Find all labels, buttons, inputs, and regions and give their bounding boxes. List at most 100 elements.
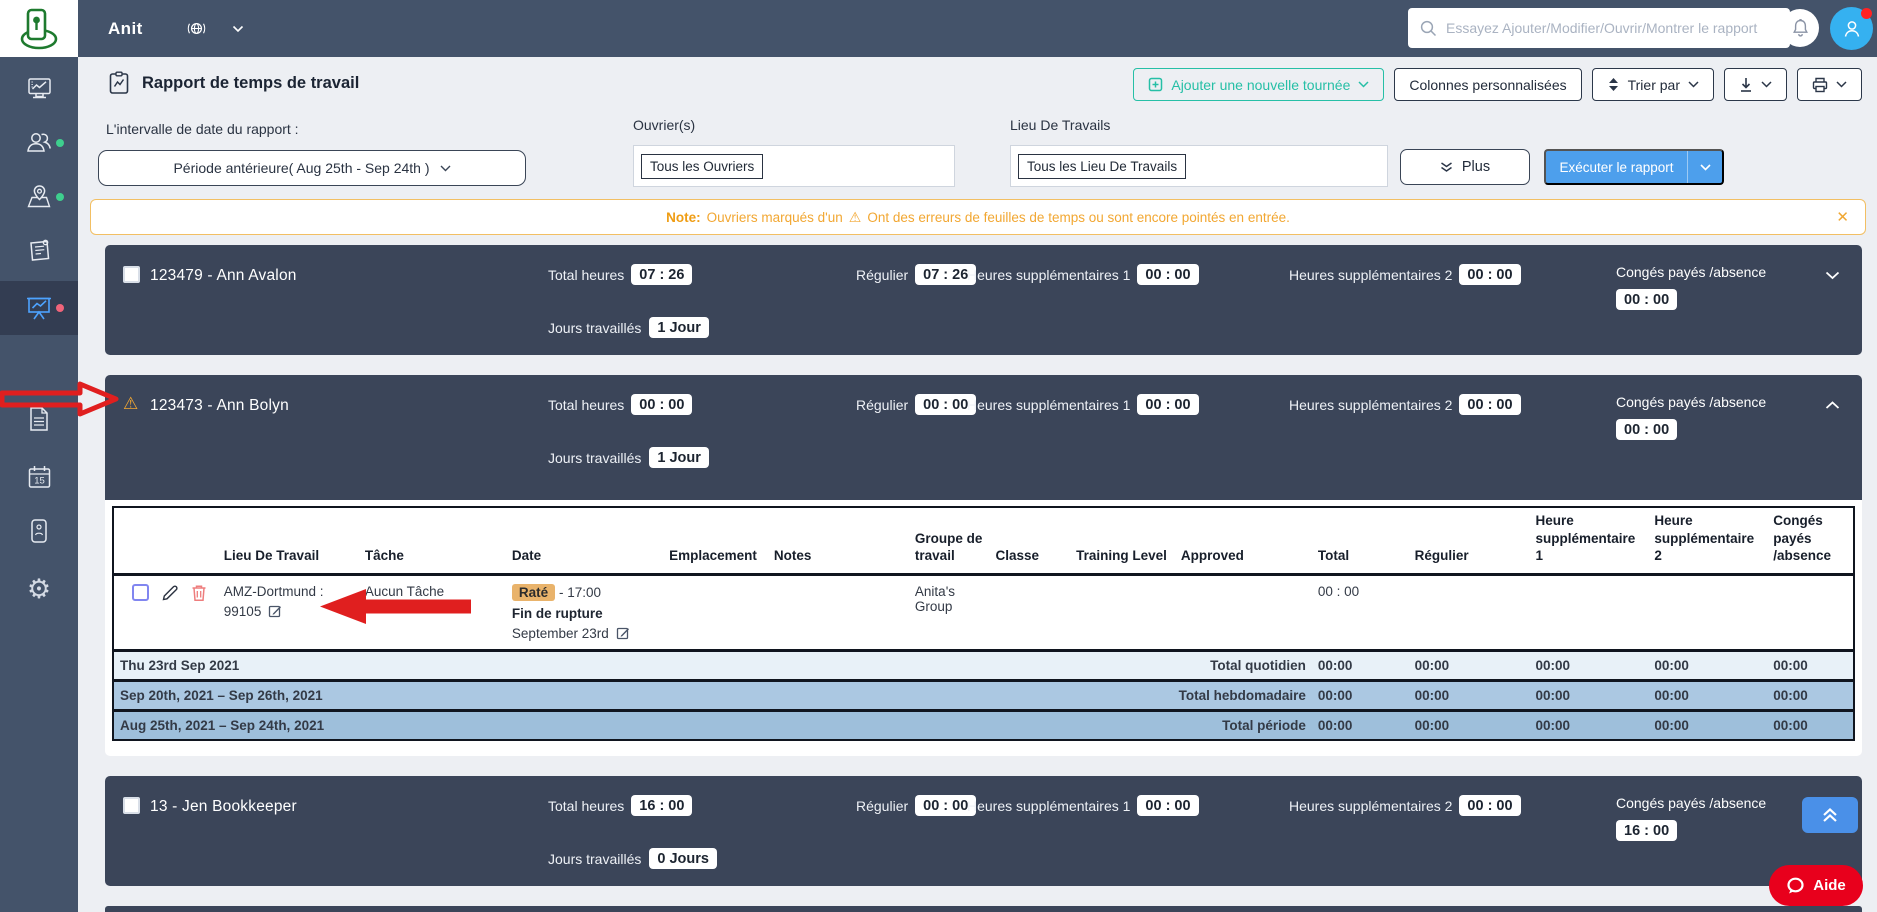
stat-label: Heures supplémentaires 1: [967, 798, 1130, 814]
sidebar-item-taches[interactable]: [0, 225, 78, 277]
user-avatar[interactable]: [1830, 7, 1873, 50]
run-report-menu-toggle[interactable]: [1688, 164, 1722, 171]
employee-checkbox[interactable]: [123, 797, 140, 814]
workers-input[interactable]: Tous les Ouvriers: [633, 145, 955, 187]
workplaces-label: Lieu De Travails: [1010, 117, 1110, 133]
notifications-button[interactable]: [1781, 9, 1819, 47]
download-icon: [1739, 77, 1753, 93]
print-button[interactable]: [1797, 68, 1862, 101]
note-text-after: Ont des erreurs de feuilles de temps ou …: [867, 210, 1290, 225]
stat-label: Heures supplémentaires 2: [1289, 397, 1452, 413]
expand-chevron-down-icon[interactable]: [1825, 267, 1840, 285]
notebook-icon: [25, 237, 53, 265]
run-report-button[interactable]: Exécuter le rapport: [1544, 149, 1724, 185]
sidebar-item-dashboard[interactable]: [0, 62, 78, 114]
paid-leave-value: 16 : 00: [1616, 820, 1677, 841]
edit-pencil-icon[interactable]: [161, 584, 179, 602]
stat-label: Jours travaillés: [548, 851, 641, 867]
dashboard-monitor-icon: [26, 75, 53, 102]
employee-checkbox[interactable]: [123, 266, 140, 283]
app-logo[interactable]: [0, 0, 78, 57]
stat-label: Régulier: [856, 267, 908, 283]
gear-icon: ⚙: [27, 576, 51, 603]
sidebar-item-pointage[interactable]: [0, 505, 78, 557]
delete-trash-icon[interactable]: [191, 584, 207, 602]
search-input[interactable]: [1446, 20, 1778, 36]
double-chevron-up-icon: [1820, 807, 1840, 823]
chevron-down-icon: [440, 165, 451, 172]
help-button[interactable]: Aide: [1769, 865, 1863, 906]
overtime2-value: 00 : 00: [1459, 264, 1520, 285]
total-value: 00:00: [1648, 710, 1767, 740]
edit-note-icon[interactable]: [616, 626, 630, 640]
chevron-down-icon: [1761, 81, 1772, 88]
sidebar: 15 ⚙: [0, 57, 78, 912]
red-status-dot: [56, 304, 64, 312]
download-button[interactable]: [1724, 68, 1787, 101]
sidebar-item-lieux[interactable]: [0, 171, 78, 223]
collapse-chevron-up-icon[interactable]: [1825, 397, 1840, 415]
date-range-label: L'intervalle de date du rapport :: [106, 121, 299, 137]
total-value: 00:00: [1530, 680, 1649, 710]
total-value: 00:00: [1648, 650, 1767, 680]
add-tour-button[interactable]: Ajouter une nouvelle tournée: [1133, 68, 1384, 101]
row-checkbox[interactable]: [132, 584, 149, 601]
stat-label: Régulier: [856, 798, 908, 814]
total-value: 00:00: [1648, 680, 1767, 710]
custom-columns-button[interactable]: Colonnes personnalisées: [1394, 68, 1581, 101]
table-header-row: Lieu De Travail Tâche Date Emplacement N…: [113, 507, 1854, 574]
chevron-down-icon: [1358, 81, 1369, 88]
training-level-cell: [1070, 574, 1175, 650]
language-chevron-down-icon[interactable]: [232, 25, 244, 33]
more-filters-button[interactable]: Plus: [1400, 149, 1530, 185]
stat-label: Total heures: [548, 397, 624, 413]
edit-note-icon[interactable]: [268, 604, 282, 618]
page-header: Rapport de temps de travail Ajouter une …: [78, 57, 1877, 111]
workplaces-input[interactable]: Tous les Lieu De Travails: [1010, 145, 1388, 187]
sidebar-item-documents[interactable]: [0, 393, 78, 445]
sidebar-item-rapports[interactable]: [0, 281, 78, 335]
column-header: Groupe de travail: [909, 507, 990, 574]
map-pin-icon: [25, 183, 53, 211]
globe-icon[interactable]: [187, 19, 206, 38]
double-chevron-down-icon: [1440, 162, 1453, 173]
warning-icon: ⚠: [849, 209, 862, 226]
total-value: 00:00: [1312, 710, 1409, 740]
sidebar-item-calendrier[interactable]: 15: [0, 451, 78, 503]
sort-by-button[interactable]: Trier par: [1592, 68, 1714, 101]
paid-leave-value: 00 : 00: [1616, 419, 1677, 440]
scroll-to-top-button[interactable]: [1802, 797, 1858, 833]
report-clipboard-icon: [108, 71, 130, 95]
total-value: 00:00: [1767, 680, 1854, 710]
printer-icon: [1812, 77, 1828, 93]
employee-card-jen-bookkeeper: 13 - Jen Bookkeeper Total heures16 : 00 …: [105, 776, 1862, 886]
brand-name: Anit: [108, 19, 143, 39]
next-card-edge: [105, 906, 1862, 912]
class-cell: [990, 574, 1071, 650]
sidebar-item-ouvriers[interactable]: [0, 117, 78, 169]
total-value: 00:00: [1530, 650, 1649, 680]
person-icon: [1841, 18, 1863, 40]
sidebar-item-parametres[interactable]: ⚙: [0, 563, 78, 615]
close-icon[interactable]: ✕: [1836, 208, 1849, 226]
chevron-down-icon: [1700, 164, 1711, 171]
workers-chip[interactable]: Tous les Ouvriers: [641, 154, 763, 179]
workplaces-chip[interactable]: Tous les Lieu De Travails: [1018, 154, 1186, 179]
total-cell: 00 : 00: [1312, 574, 1409, 650]
date-range-select[interactable]: Période antérieure( Aug 25th - Sep 24th …: [98, 150, 526, 186]
weekly-total-label: Total hebdomadaire: [1179, 688, 1306, 703]
timesheet-table: Lieu De Travail Tâche Date Emplacement N…: [112, 506, 1855, 741]
column-header: Tâche: [359, 507, 506, 574]
weekly-total-row: Sep 20th, 2021 – Sep 26th, 2021 Total he…: [113, 680, 1854, 710]
search-icon: [1420, 20, 1437, 37]
daily-total-row: Thu 23rd Sep 2021 Total quotidien 00:00 …: [113, 650, 1854, 680]
workgroup-cell: Anita's Group: [909, 574, 990, 650]
column-header: Approved: [1175, 507, 1312, 574]
global-search[interactable]: [1408, 8, 1790, 48]
phone-location-logo-icon: [16, 6, 62, 52]
help-button-label: Aide: [1813, 877, 1846, 894]
chevron-down-icon: [1836, 81, 1847, 88]
period-date-range: Aug 25th, 2021 – Sep 24th, 2021: [120, 718, 324, 733]
total-value: 00:00: [1767, 650, 1854, 680]
stat-label: Congés payés /absence: [1616, 394, 1766, 410]
